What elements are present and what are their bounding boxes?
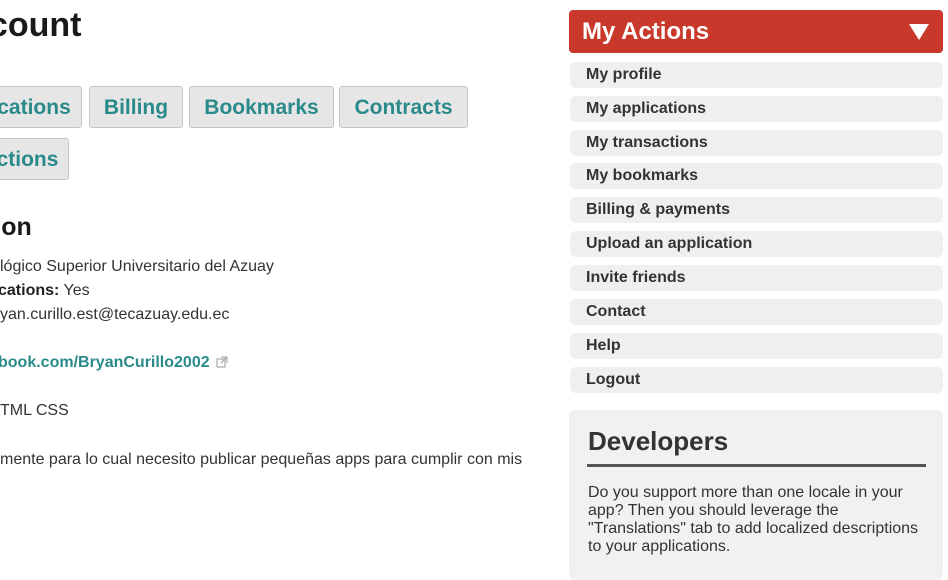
main-content: ccount cations Billing Bookmarks Contrac… <box>0 0 560 561</box>
sidebar: My Actions My profile My applications My… <box>569 0 948 580</box>
info-publications-label: cations: <box>0 282 60 299</box>
info-link: book.com/BryanCurillo2002 <box>0 354 228 373</box>
sidebar-item-invite-friends[interactable]: Invite friends <box>570 265 943 291</box>
sidebar-item-my-profile[interactable]: My profile <box>570 62 943 88</box>
info-institution: lógico Superior Universitario del Azuay <box>0 258 274 275</box>
section-title: tion <box>0 213 32 241</box>
external-link-icon <box>216 355 228 373</box>
developers-box: Developers Do you support more than one … <box>569 410 943 580</box>
info-publications: cations: Yes <box>0 282 90 300</box>
my-actions-title: My Actions <box>582 18 710 45</box>
tab-applications[interactable]: cations <box>0 86 82 128</box>
developers-text: Do you support more than one locale in y… <box>588 484 919 555</box>
collapse-triangle-icon[interactable] <box>909 24 929 40</box>
page-title: ccount <box>0 6 82 44</box>
info-email: yan.curillo.est@tecazuay.edu.ec <box>0 306 230 323</box>
info-publications-value: Yes <box>63 282 90 299</box>
sidebar-item-help[interactable]: Help <box>570 333 943 359</box>
profile-link[interactable]: book.com/BryanCurillo2002 <box>0 354 210 371</box>
sidebar-item-my-bookmarks[interactable]: My bookmarks <box>570 163 943 189</box>
info-skills: TML CSS <box>0 402 69 419</box>
tab-contracts[interactable]: Contracts <box>339 86 468 128</box>
sidebar-item-my-applications[interactable]: My applications <box>570 96 943 122</box>
my-actions-header[interactable]: My Actions <box>569 10 943 53</box>
tab-billing[interactable]: Billing <box>89 86 183 128</box>
sidebar-item-logout[interactable]: Logout <box>570 367 943 393</box>
sidebar-item-contact[interactable]: Contact <box>570 299 943 325</box>
sidebar-item-my-transactions[interactable]: My transactions <box>570 130 943 156</box>
tab-transactions[interactable]: ctions <box>0 138 69 180</box>
tab-bookmarks[interactable]: Bookmarks <box>189 86 334 128</box>
developers-divider <box>587 464 926 467</box>
sidebar-item-upload-application[interactable]: Upload an application <box>570 231 943 257</box>
sidebar-item-billing-payments[interactable]: Billing & payments <box>570 197 943 223</box>
info-about: mente para lo cual necesito publicar peq… <box>0 451 523 468</box>
developers-title: Developers <box>588 426 729 456</box>
